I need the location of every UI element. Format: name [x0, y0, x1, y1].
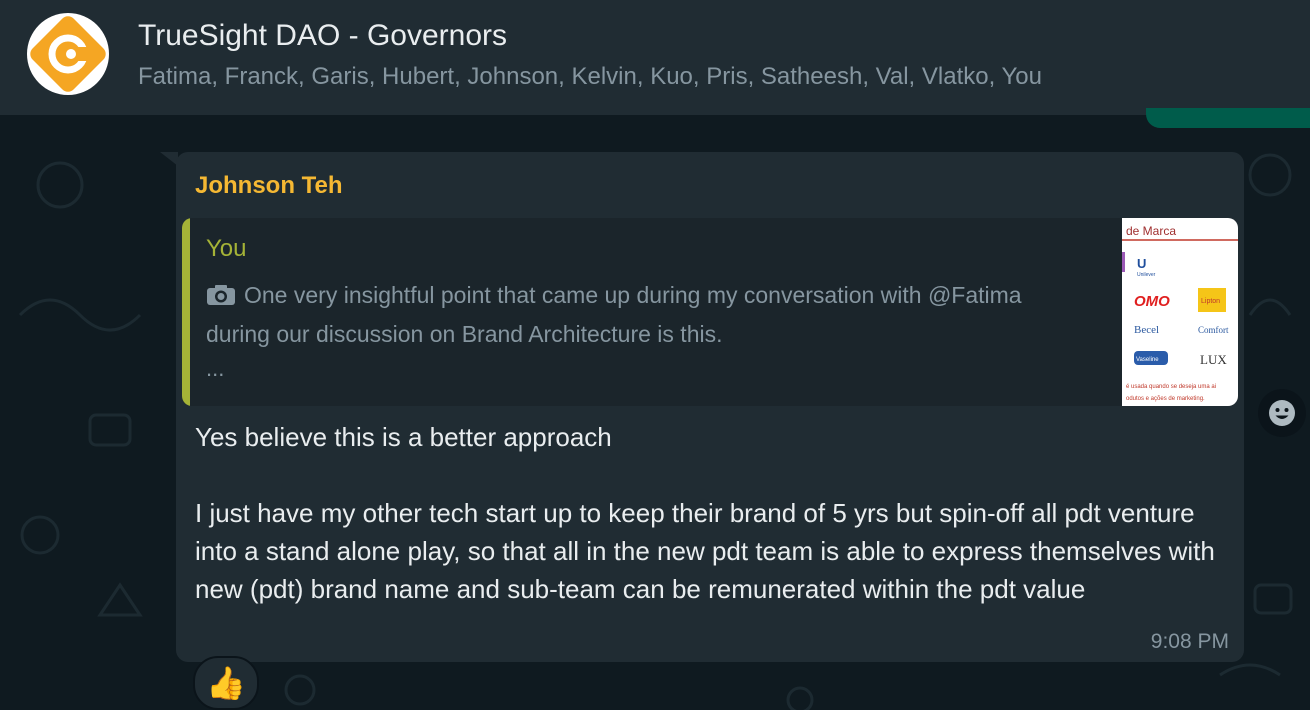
- quoted-author: You: [206, 235, 247, 262]
- thumb-heading: de Marca: [1126, 224, 1176, 238]
- incoming-message[interactable]: Johnson Teh You One very insightful poin…: [176, 152, 1244, 662]
- truesight-logo-icon: [30, 16, 106, 92]
- group-members[interactable]: Fatima, Franck, Garis, Hubert, Johnson, …: [138, 62, 1042, 92]
- quoted-ellipsis: ...: [206, 356, 225, 381]
- previous-outgoing-message: [1146, 108, 1310, 128]
- quoted-message[interactable]: You One very insightful point that came …: [182, 218, 1238, 406]
- group-avatar[interactable]: [27, 13, 109, 95]
- message-timestamp: 9:08 PM: [1150, 630, 1229, 653]
- thumb-caption-1: é usada quando se deseja uma ai: [1126, 384, 1216, 390]
- thumb-brand-unilever: U: [1137, 256, 1146, 271]
- quote-accent-bar: [182, 218, 190, 406]
- quoted-image-thumbnail[interactable]: de Marca U Unilever OMO Lipton Becel Com…: [1122, 218, 1238, 406]
- message-text[interactable]: Yes believe this is a better approach I …: [195, 418, 1215, 608]
- thumb-brand-unilever-caption: Unilever: [1137, 272, 1156, 278]
- thumb-brand-vaseline: Vaseline: [1136, 357, 1159, 363]
- thumbs-up-reaction[interactable]: 👍: [193, 656, 259, 710]
- react-button[interactable]: [1258, 389, 1306, 437]
- smiley-icon: [1269, 400, 1295, 426]
- sender-name[interactable]: Johnson Teh: [195, 172, 343, 200]
- thumb-brand-comfort: Comfort: [1198, 325, 1229, 335]
- quoted-text-block: One very insightful point that came up d…: [206, 276, 1086, 354]
- quoted-text: One very insightful point that came up d…: [206, 282, 1022, 347]
- thumb-brand-lux: LUX: [1200, 352, 1227, 367]
- thumb-brand-becel: Becel: [1134, 324, 1159, 336]
- thumb-brand-omo: OMO: [1134, 293, 1170, 310]
- thumb-brand-lipton: Lipton: [1201, 298, 1220, 305]
- chat-title[interactable]: TrueSight DAO - Governors: [138, 18, 507, 54]
- camera-icon: [207, 285, 235, 305]
- chat-header[interactable]: TrueSight DAO - Governors Fatima, Franck…: [0, 0, 1310, 115]
- thumb-caption-2: odutos e ações de marketing.: [1126, 396, 1205, 402]
